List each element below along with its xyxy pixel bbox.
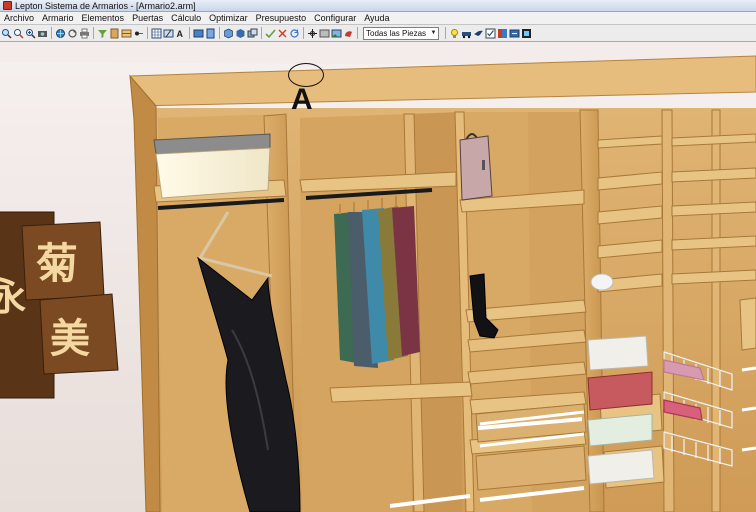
wall-art: 菊 美 永 — [0, 211, 119, 399]
menu-elementos[interactable]: Elementos — [78, 12, 129, 25]
table-icon[interactable] — [319, 27, 330, 39]
storage-box[interactable] — [153, 133, 271, 199]
toolbar-separator — [51, 27, 52, 39]
3d-viewport[interactable]: 菊 美 永 A — [0, 42, 756, 512]
wall-art-left-glyph: 永 — [0, 274, 26, 319]
menu-armario[interactable]: Armario — [38, 12, 78, 25]
toolbar-separator — [219, 27, 220, 39]
crosshair-icon[interactable] — [307, 27, 318, 39]
handbag[interactable] — [459, 133, 493, 201]
annotation-label: A — [291, 83, 313, 116]
color-icon[interactable] — [497, 27, 508, 39]
toolbar-separator — [303, 27, 304, 39]
zoom-icon[interactable] — [1, 27, 12, 39]
camera-icon[interactable] — [37, 27, 48, 39]
refresh-icon[interactable] — [289, 27, 300, 39]
check-box-icon[interactable] — [485, 27, 496, 39]
toolbar-separator — [261, 27, 262, 39]
menu-optimizar[interactable]: Optimizar — [205, 12, 252, 25]
wall-art-top-glyph: 菊 — [36, 239, 78, 288]
chevron-down-icon[interactable]: ▼ — [429, 28, 438, 39]
menu-calculo[interactable]: Cálculo — [167, 12, 205, 25]
image-icon[interactable] — [331, 27, 342, 39]
film-icon[interactable] — [521, 27, 532, 39]
side-view-icon[interactable] — [205, 27, 216, 39]
menu-bar: Archivo Armario Elementos Puertas Cálcul… — [0, 12, 756, 25]
hide-icon[interactable] — [265, 27, 276, 39]
bird-icon[interactable] — [473, 27, 484, 39]
toolbar-separator — [189, 27, 190, 39]
toolbar: A Todas las Piezas ▼ — [0, 25, 756, 42]
zoom-region-icon[interactable] — [13, 27, 24, 39]
svg-text:A: A — [177, 29, 184, 39]
toolbar-separator — [357, 27, 358, 39]
app-logo-icon — [3, 1, 12, 10]
menu-presupuesto[interactable]: Presupuesto — [252, 12, 311, 25]
solid-icon[interactable] — [235, 27, 246, 39]
title-bar: Lepton Sistema de Armarios - [Armario2.a… — [0, 0, 756, 12]
rotate-icon[interactable] — [67, 27, 78, 39]
lightbulb-icon[interactable] — [449, 27, 460, 39]
export-icon[interactable] — [509, 27, 520, 39]
material-icon[interactable] — [343, 27, 354, 39]
cube-icon[interactable] — [223, 27, 234, 39]
folded-cloth-item[interactable] — [590, 273, 614, 291]
menu-archivo[interactable]: Archivo — [0, 12, 38, 25]
wardrobe-scene: 菊 美 永 — [0, 42, 756, 512]
measure-icon[interactable] — [163, 27, 174, 39]
wall-art-middle-glyph: 美 — [50, 315, 90, 362]
funnel-icon[interactable] — [97, 27, 108, 39]
text-icon[interactable]: A — [175, 27, 186, 39]
render-icon[interactable] — [277, 27, 288, 39]
toolbar-separator — [93, 27, 94, 39]
menu-configurar[interactable]: Configurar — [310, 12, 360, 25]
toolbar-separator — [147, 27, 148, 39]
vehicle-icon[interactable] — [461, 27, 472, 39]
menu-ayuda[interactable]: Ayuda — [360, 12, 393, 25]
panel-icon[interactable] — [109, 27, 120, 39]
point-icon[interactable] — [133, 27, 144, 39]
print-icon[interactable] — [79, 27, 90, 39]
shelf-icon[interactable] — [121, 27, 132, 39]
zoom-in-icon[interactable] — [25, 27, 36, 39]
app-window: Lepton Sistema de Armarios - [Armario2.a… — [0, 0, 756, 512]
toolbar-separator — [445, 27, 446, 39]
front-view-icon[interactable] — [193, 27, 204, 39]
piece-filter-select[interactable]: Todas las Piezas ▼ — [363, 26, 439, 40]
layers-icon[interactable] — [247, 27, 258, 39]
menu-puertas[interactable]: Puertas — [128, 12, 167, 25]
hanging-shirts[interactable] — [334, 196, 420, 368]
grid-icon[interactable] — [151, 27, 162, 39]
globe-icon[interactable] — [55, 27, 66, 39]
piece-filter-value: Todas las Piezas — [366, 28, 427, 38]
window-title: Lepton Sistema de Armarios - [Armario2.a… — [15, 0, 196, 11]
